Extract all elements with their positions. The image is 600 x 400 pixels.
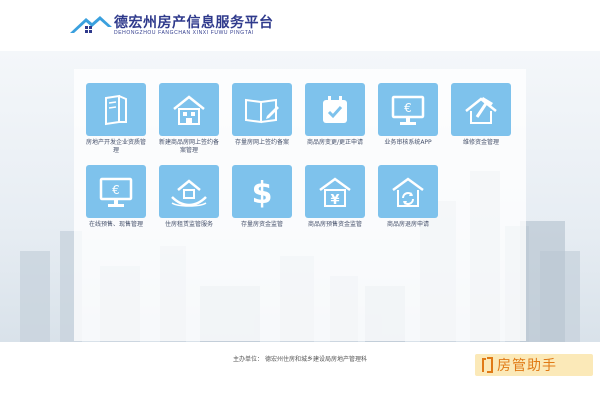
tile-icon-box (232, 83, 292, 136)
tile-label: 存量房资金监管 (240, 221, 283, 228)
tile-icon-box: $ (232, 165, 292, 218)
house-refresh-icon (392, 176, 424, 207)
tile-icon-box: € (86, 165, 146, 218)
door-icon (482, 357, 493, 373)
tile-label: 在线预售、现售管理 (88, 221, 143, 228)
watermark-badge: 房管助手 (475, 354, 593, 376)
tile-icon-box (159, 165, 219, 218)
tile-icon-box (451, 83, 511, 136)
monitor-euro-icon: € (99, 177, 133, 207)
tile-label: 商品房变更/更正申请 (306, 139, 364, 146)
tile-icon-box (378, 165, 438, 218)
house-icon (173, 94, 205, 125)
house-hands-icon (171, 178, 207, 207)
site-subtitle: DEHONGZHOU FANGCHAN XINXI FUWU PINGTAI (114, 30, 254, 36)
svg-text:€: € (112, 183, 120, 197)
tile-stock-house-contract[interactable]: 存量房网上签约备案 (230, 83, 294, 147)
tile-icon-box (86, 83, 146, 136)
tile-developer-qualification[interactable]: 房地产开发企业资质管理 (84, 83, 148, 155)
house-hammer-icon (465, 96, 497, 124)
watermark-text: 房管助手 (497, 358, 557, 374)
tile-icon-box (305, 83, 365, 136)
tile-label: 新建商品房网上签约备案管理 (158, 139, 219, 154)
tile-label: 商品房退房申请 (386, 221, 429, 228)
tile-label: 存量房网上签约备案 (234, 139, 289, 146)
tile-label: 商品房预售资金监管 (307, 221, 362, 228)
tile-change-request[interactable]: 商品房变更/更正申请 (303, 83, 367, 147)
services-panel: 房地产开发企业资质管理 新建商品房网上签约备案管理 存量房网上签约备案 商品房变… (74, 69, 526, 341)
logo-icon (70, 16, 112, 33)
svg-text:¥: ¥ (330, 193, 339, 208)
monitor-euro-icon: € (391, 95, 425, 125)
document-book-icon (105, 94, 127, 125)
open-book-pen-icon (245, 98, 279, 123)
tile-stock-fund-supervision[interactable]: $ 存量房资金监管 (230, 165, 294, 229)
tile-new-house-contract[interactable]: 新建商品房网上签约备案管理 (157, 83, 221, 155)
tile-label: 维修资金管理 (462, 139, 499, 146)
svg-text:$: $ (252, 176, 273, 210)
house-yuan-icon: ¥ (319, 176, 351, 208)
svg-text:€: € (404, 101, 412, 115)
tile-presale-fund-supervision[interactable]: ¥ 商品房预售资金监管 (303, 165, 367, 229)
tile-label: 业务审核系统APP (384, 139, 432, 146)
tile-label: 住房租赁监管服务 (164, 221, 213, 228)
tile-online-presale[interactable]: € 在线预售、现售管理 (84, 165, 148, 229)
tile-label: 房地产开发企业资质管理 (85, 139, 146, 154)
site-header: 德宏州房产信息服务平台 DEHONGZHOU FANGCHAN XINXI FU… (0, 0, 600, 51)
tile-audit-app[interactable]: € 业务审核系统APP (376, 83, 440, 147)
tile-icon-box (159, 83, 219, 136)
tile-icon-box: ¥ (305, 165, 365, 218)
tile-rental-supervision[interactable]: 住房租赁监管服务 (157, 165, 221, 229)
site-title: 德宏州房产信息服务平台 (114, 15, 274, 31)
dollar-icon: $ (252, 176, 273, 210)
tile-refund-request[interactable]: 商品房退房申请 (376, 165, 440, 229)
tile-icon-box: € (378, 83, 438, 136)
tile-maintenance-fund[interactable]: 维修资金管理 (449, 83, 513, 147)
calendar-check-icon (323, 95, 347, 123)
